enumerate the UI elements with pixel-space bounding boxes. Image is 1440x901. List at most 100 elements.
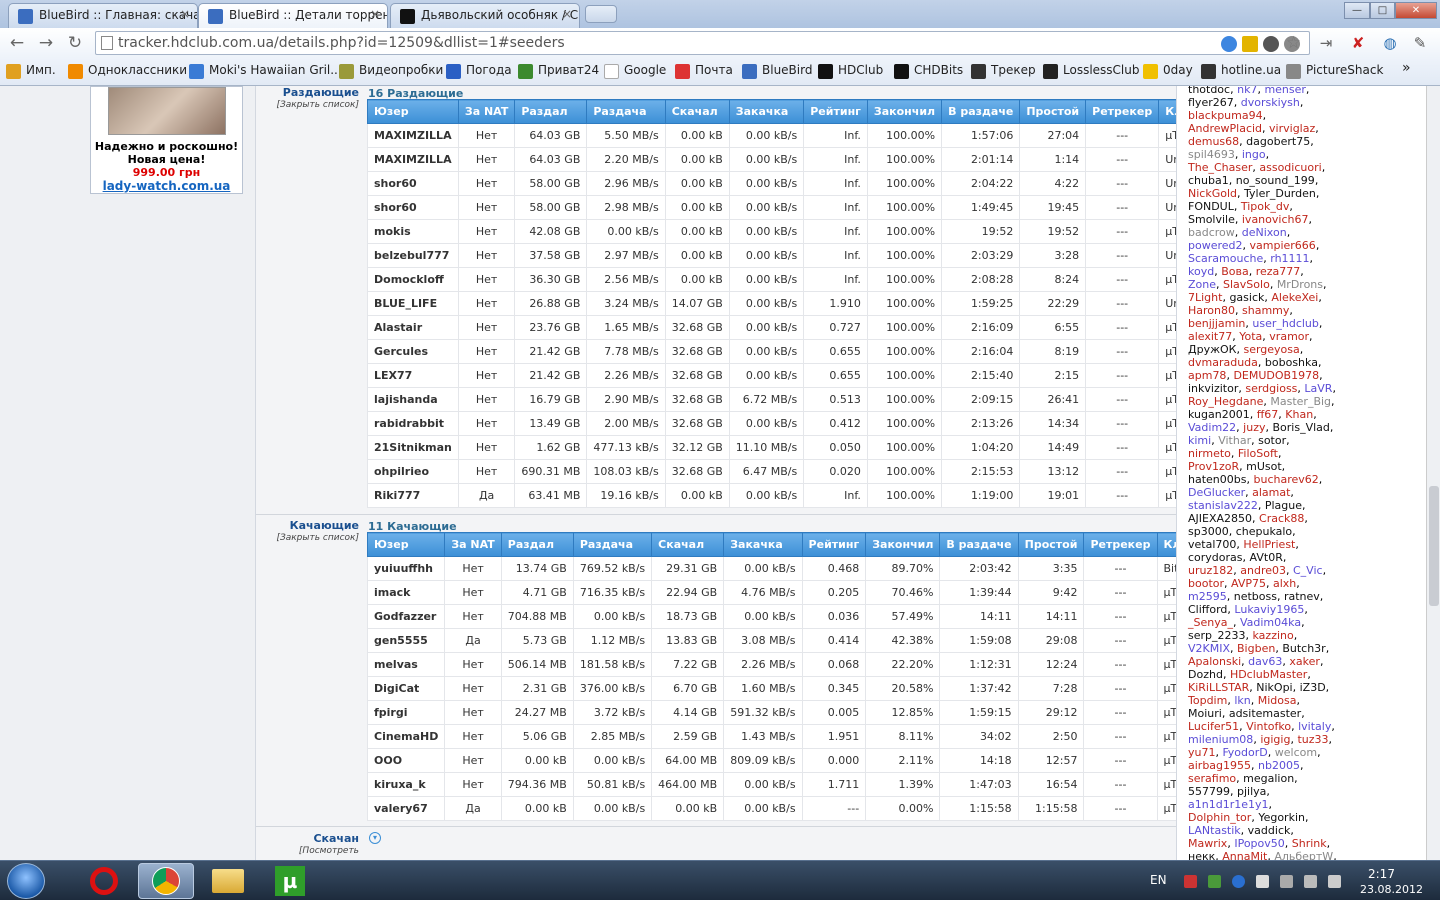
online-user-link[interactable]: spil4693 [1188,148,1235,161]
bookmark-item[interactable]: Погода [446,63,512,79]
bookmark-item[interactable]: CHDBits [894,63,963,79]
bookmark-item[interactable]: Google [604,63,666,79]
user-link[interactable]: rabidrabbit [367,411,459,436]
ad-image[interactable] [107,87,226,135]
online-user-link[interactable]: sotor [1258,434,1286,447]
online-user-link[interactable]: Yegorkin [1258,811,1305,824]
online-user-link[interactable]: MrDrons [1277,278,1323,291]
online-user-link[interactable]: Smolvile [1188,213,1235,226]
online-user-link[interactable]: alxh [1273,577,1296,590]
bookmark-manager-icon[interactable]: ⇥ [1316,33,1336,53]
online-user-link[interactable]: shammy [1242,304,1289,317]
online-user-link[interactable]: Apalonski [1188,655,1241,668]
online-user-link[interactable]: Crack88 [1259,512,1304,525]
online-user-link[interactable]: sp3000 [1188,525,1229,538]
user-link[interactable]: Gercules [367,339,459,364]
online-user-link[interactable]: ivanovich67 [1242,213,1309,226]
bookmark-folder[interactable]: Имп. [6,63,56,79]
network-app-icon[interactable] [1208,875,1221,888]
user-link[interactable]: Riki777 [367,483,459,508]
online-user-link[interactable]: V2KMIX [1188,642,1230,655]
user-link[interactable]: MAXIMZILLA [367,147,459,172]
online-user-link[interactable]: Topdim [1188,694,1227,707]
user-link[interactable]: valery67 [366,796,446,821]
tab-bluebird-details[interactable]: BlueBird :: Детали торрент × [198,3,388,28]
online-user-link[interactable]: a1n1d1r1e1y1 [1188,798,1269,811]
online-user-link[interactable]: _Senya_ [1188,616,1233,629]
online-user-link[interactable]: boboshka [1265,356,1318,369]
online-user-link[interactable]: Master_Big [1270,395,1331,408]
online-user-link[interactable]: Tipok_dv [1241,200,1290,213]
bookmark-item[interactable]: Moki's Hawaiian Gril... [189,63,342,79]
bookmark-item[interactable]: Трекер [971,63,1036,79]
online-user-link[interactable]: welcom [1275,746,1317,759]
online-user-link[interactable]: Lukaviy1965 [1234,603,1304,616]
user-link[interactable]: imack [366,580,446,605]
online-user-link[interactable]: dvorskiysh [1241,96,1300,109]
clock-time[interactable]: 2:17 [1368,867,1395,881]
online-user-link[interactable]: Scaramouche [1188,252,1263,265]
online-user-link[interactable]: ratnev [1284,590,1320,603]
close-window-button[interactable]: ✕ [1395,2,1437,19]
online-user-link[interactable]: dvmaraduda [1188,356,1258,369]
scrollbar-thumb[interactable] [1429,486,1439,606]
online-user-link[interactable]: FONDUL [1188,200,1234,213]
online-user-link[interactable]: andre03 [1240,564,1286,577]
online-user-link[interactable]: airbag1955 [1188,759,1251,772]
online-user-link[interactable]: Dolphin_tor [1188,811,1251,824]
online-user-link[interactable]: NikOpi [1256,681,1292,694]
user-link[interactable]: shor60 [367,195,459,220]
online-user-link[interactable]: no_sound_199 [1236,174,1315,187]
online-user-link[interactable]: Lucifer51 [1188,720,1239,733]
bookmark-item[interactable]: Одноклассники [68,63,187,79]
online-user-link[interactable]: FiloSoft [1238,447,1278,460]
address-bar[interactable]: tracker.hdclub.com.ua/details.php?id=125… [95,31,1310,55]
user-link[interactable]: 21Sitnikman [367,435,459,460]
view-list-link[interactable]: [Посмотреть [256,845,359,857]
online-user-link[interactable]: lvitaly [1298,720,1331,733]
online-user-link[interactable]: ff67 [1257,408,1279,421]
volume-icon[interactable] [1328,875,1341,888]
online-user-link[interactable]: Boris_Vlad [1272,421,1329,434]
start-button[interactable] [7,863,45,899]
bookmark-item[interactable]: PictureShack [1286,63,1383,79]
new-tab-button[interactable] [585,5,617,23]
online-user-link[interactable]: vampier666 [1250,239,1316,252]
online-user-link[interactable]: vaddick [1248,824,1291,837]
online-user-link[interactable]: Bigben [1237,642,1275,655]
online-user-link[interactable]: NickGold [1188,187,1237,200]
online-user-link[interactable]: user_hdclub [1252,317,1319,330]
online-user-link[interactable]: ДружОК [1188,343,1236,356]
online-user-link[interactable]: C_Vic [1293,564,1323,577]
online-user-link[interactable]: Midosa [1258,694,1297,707]
online-user-link[interactable]: deNixon [1242,226,1287,239]
online-user-link[interactable]: Vithar [1218,434,1251,447]
extension-icon[interactable] [1242,36,1258,52]
online-user-link[interactable]: AlekeXei [1271,291,1318,304]
online-user-link[interactable]: AJIEXA2850 [1188,512,1252,525]
tab-bluebird-main[interactable]: BlueBird :: Главная: скачат × [8,3,198,28]
user-link[interactable]: Alastair [367,315,459,340]
user-link[interactable]: CinemaHD [366,724,446,749]
user-link[interactable]: ohpilrieo [367,459,459,484]
user-link[interactable]: belzebul777 [367,243,459,268]
online-user-link[interactable]: milenium08 [1188,733,1253,746]
online-user-link[interactable]: АльбертW [1274,850,1333,860]
online-user-link[interactable]: yu71 [1188,746,1215,759]
adblock-icon[interactable]: ✘ [1348,33,1368,53]
globe-icon[interactable]: ◍ [1380,33,1400,53]
online-user-link[interactable]: Vadim22 [1188,421,1236,434]
online-user-link[interactable]: SlavSolo [1223,278,1270,291]
online-user-link[interactable]: uruz182 [1188,564,1233,577]
online-user-link[interactable]: Zone [1188,278,1216,291]
online-user-link[interactable]: virviglaz [1269,122,1315,135]
user-link[interactable]: melvas [366,652,446,677]
online-user-link[interactable]: HellPriest [1243,538,1295,551]
online-user-link[interactable]: AVP75 [1231,577,1266,590]
bookmarks-overflow-button[interactable]: » [1402,60,1411,76]
maximize-button[interactable]: □ [1370,2,1395,19]
online-user-link[interactable]: netboss [1234,590,1277,603]
forward-button[interactable]: → [35,32,57,54]
user-link[interactable]: DigiCat [366,676,446,701]
device-icon[interactable] [1280,875,1293,888]
